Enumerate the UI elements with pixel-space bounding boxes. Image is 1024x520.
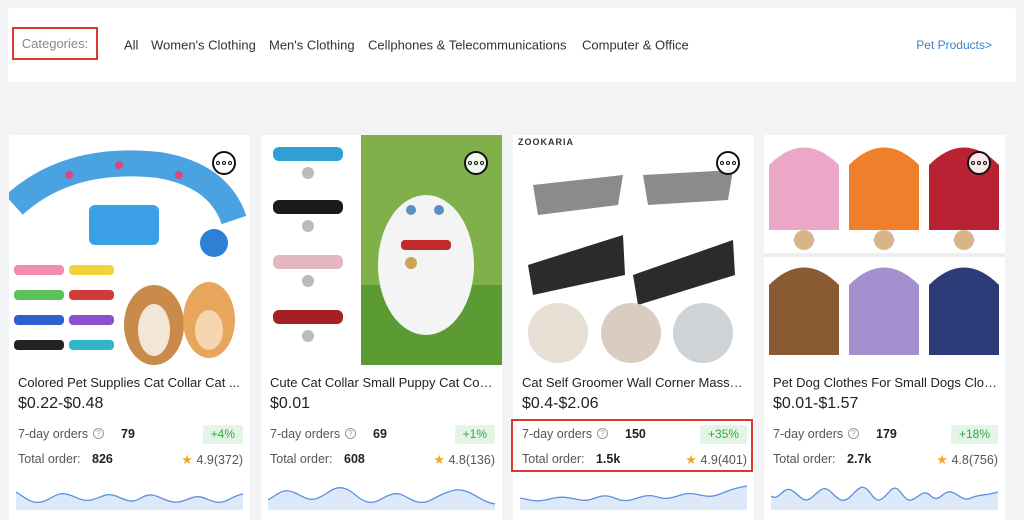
product-title[interactable]: Cute Cat Collar Small Puppy Cat Coll... — [270, 375, 495, 390]
seven-day-orders-value: 69 — [373, 427, 387, 441]
product-price: $0.01 — [270, 395, 311, 412]
product-image[interactable] — [261, 135, 502, 365]
product-image[interactable] — [9, 135, 250, 365]
question-icon[interactable]: ? — [848, 428, 859, 439]
total-orders-label: Total order: — [522, 452, 585, 466]
sales-trend-sparkline — [16, 491, 243, 510]
star-icon: ★ — [181, 452, 193, 467]
rating: ★ 4.8(136) — [433, 452, 495, 468]
total-orders-label: Total order: — [773, 452, 836, 466]
growth-badge: +4% — [202, 425, 243, 444]
product-price: $0.01-$1.57 — [773, 395, 859, 412]
product-title[interactable]: Cat Self Groomer Wall Corner Massa... — [522, 375, 747, 390]
product-card[interactable]: Pet Dog Clothes For Small Dogs Clot... $… — [764, 135, 1005, 520]
category-mens-clothing[interactable]: Men's Clothing — [269, 38, 355, 53]
growth-badge: +1% — [454, 425, 495, 444]
more-options-icon[interactable] — [967, 151, 991, 175]
total-orders-row: Total order: 2.7k ★ 4.8(756) — [773, 450, 998, 470]
rating: ★ 4.9(401) — [685, 452, 747, 468]
growth-badge: +35% — [699, 425, 747, 444]
product-title[interactable]: Colored Pet Supplies Cat Collar Cat ... — [18, 375, 243, 390]
growth-badge: +18% — [950, 425, 998, 444]
sales-trend-sparkline — [520, 485, 747, 510]
category-womens-clothing[interactable]: Women's Clothing — [151, 38, 256, 53]
more-options-icon[interactable] — [716, 151, 740, 175]
total-orders-value: 2.7k — [847, 452, 872, 466]
seven-day-orders-row: 7-day orders ? 79 +4% — [18, 425, 243, 445]
category-computer-office[interactable]: Computer & Office — [582, 38, 689, 53]
total-orders-row: Total order: 1.5k ★ 4.9(401) — [522, 450, 747, 470]
total-orders-row: Total order: 608 ★ 4.8(136) — [270, 450, 495, 470]
category-bar: Categories: All Women's Clothing Men's C… — [8, 8, 1016, 82]
star-icon: ★ — [433, 452, 445, 467]
sales-trend-sparkline — [771, 486, 998, 510]
seven-day-orders-value: 150 — [625, 427, 646, 441]
star-icon: ★ — [685, 452, 697, 467]
total-orders-row: Total order: 826 ★ 4.9(372) — [18, 450, 243, 470]
product-card[interactable]: ZOOKARIA Cat Self Groomer Wall Corner Ma… — [513, 135, 754, 520]
total-orders-value: 608 — [344, 452, 365, 466]
question-icon[interactable]: ? — [345, 428, 356, 439]
product-card[interactable]: Cute Cat Collar Small Puppy Cat Coll... … — [261, 135, 502, 520]
product-card[interactable]: Colored Pet Supplies Cat Collar Cat ... … — [9, 135, 250, 520]
product-price: $0.22-$0.48 — [18, 395, 104, 412]
category-cellphones[interactable]: Cellphones & Telecommunications — [368, 38, 566, 53]
question-icon[interactable]: ? — [93, 428, 104, 439]
sales-trend-sparkline — [268, 487, 495, 510]
more-options-icon[interactable] — [212, 151, 236, 175]
rating-value: 4.8(756) — [951, 453, 998, 467]
seven-day-orders-label: 7-day orders — [522, 427, 593, 441]
total-orders-label: Total order: — [270, 452, 333, 466]
category-all[interactable]: All — [124, 38, 138, 53]
rating: ★ 4.9(372) — [181, 452, 243, 468]
total-orders-label: Total order: — [18, 452, 81, 466]
product-image[interactable]: ZOOKARIA — [513, 135, 754, 365]
categories-label: Categories: — [12, 27, 98, 60]
star-icon: ★ — [936, 452, 948, 467]
question-icon[interactable]: ? — [597, 428, 608, 439]
more-options-icon[interactable] — [464, 151, 488, 175]
total-orders-value: 1.5k — [596, 452, 621, 466]
seven-day-orders-label: 7-day orders — [270, 427, 341, 441]
rating-value: 4.9(372) — [196, 453, 243, 467]
seven-day-orders-value: 179 — [876, 427, 897, 441]
brand-logo: ZOOKARIA — [518, 137, 574, 147]
product-price: $0.4-$2.06 — [522, 395, 599, 412]
seven-day-orders-label: 7-day orders — [18, 427, 89, 441]
rating: ★ 4.8(756) — [936, 452, 998, 468]
seven-day-orders-row: 7-day orders ? 69 +1% — [270, 425, 495, 445]
seven-day-orders-value: 79 — [121, 427, 135, 441]
pet-products-link[interactable]: Pet Products> — [916, 38, 992, 52]
product-title[interactable]: Pet Dog Clothes For Small Dogs Clot... — [773, 375, 998, 390]
total-orders-value: 826 — [92, 452, 113, 466]
rating-value: 4.9(401) — [700, 453, 747, 467]
seven-day-orders-row: 7-day orders ? 179 +18% — [773, 425, 998, 445]
seven-day-orders-label: 7-day orders — [773, 427, 844, 441]
rating-value: 4.8(136) — [448, 453, 495, 467]
seven-day-orders-row: 7-day orders ? 150 +35% — [522, 425, 747, 445]
product-image[interactable] — [764, 135, 1005, 365]
